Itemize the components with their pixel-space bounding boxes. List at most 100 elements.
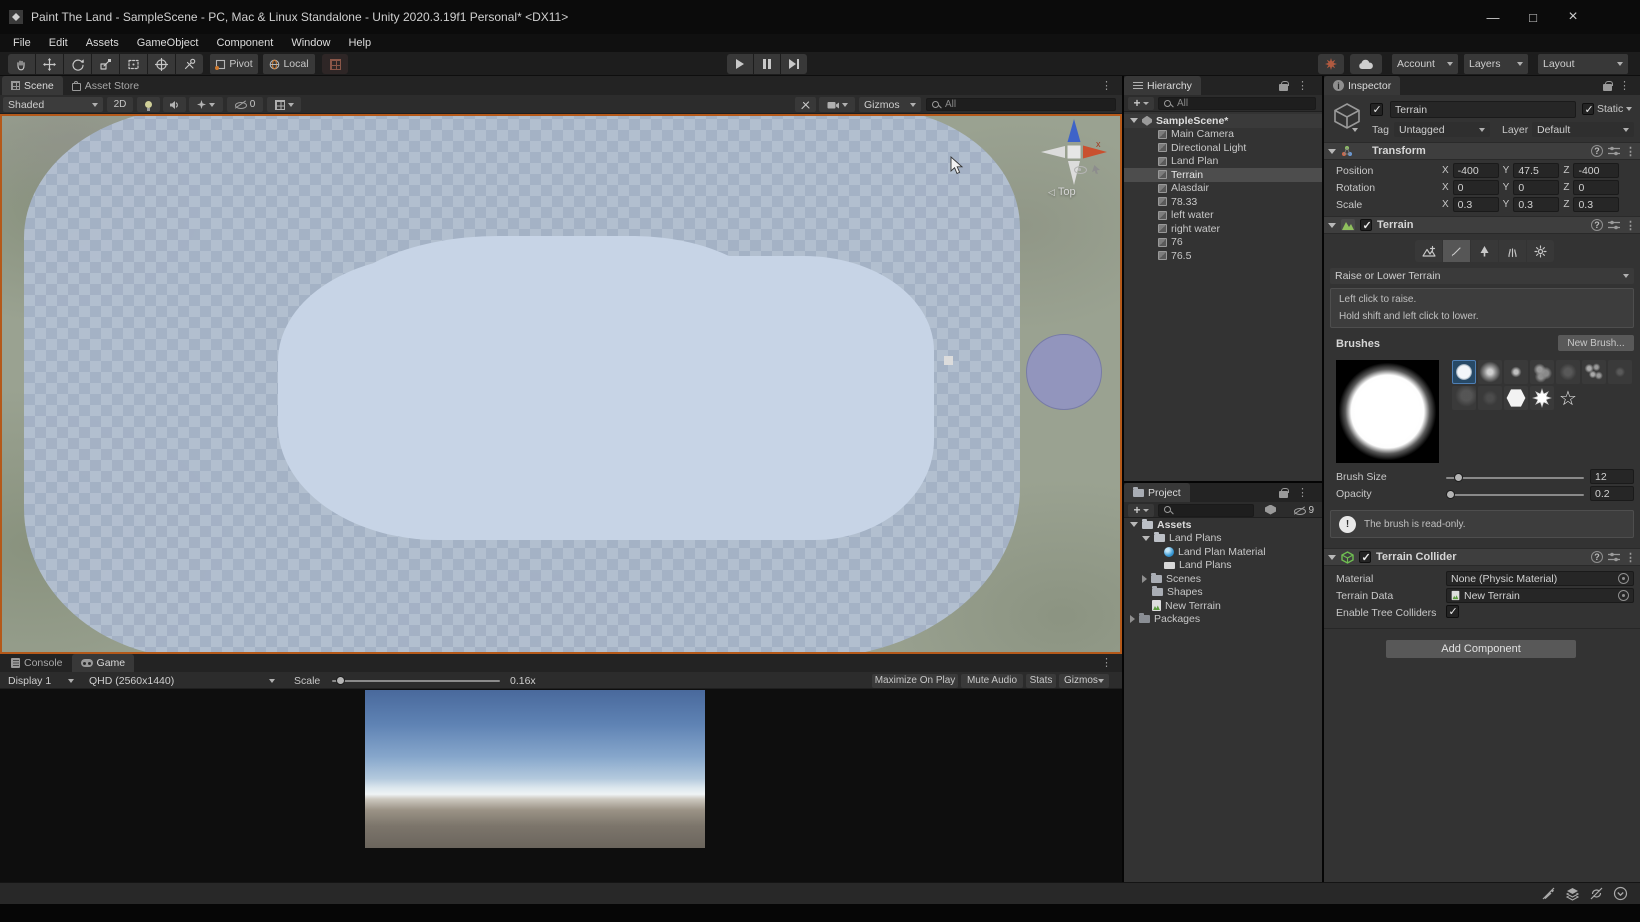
layers-status-icon[interactable] [1565, 886, 1580, 901]
brush-option[interactable] [1608, 360, 1632, 384]
play-button[interactable] [727, 54, 753, 74]
scale-x-field[interactable]: 0.3 [1453, 197, 1499, 212]
terrain-component-header[interactable]: Terrain [1324, 216, 1640, 234]
scale-z-field[interactable]: 0.3 [1573, 197, 1619, 212]
scene-camera-dropdown[interactable] [819, 97, 855, 112]
account-dropdown[interactable]: Account [1392, 54, 1458, 74]
terrain-settings-tool[interactable] [1527, 240, 1554, 262]
project-item[interactable]: Packages [1124, 613, 1322, 627]
project-search-input[interactable] [1158, 504, 1254, 517]
menu-edit[interactable]: Edit [40, 34, 77, 52]
rotation-x-field[interactable]: 0 [1453, 180, 1499, 195]
scene-viewport[interactable]: x ◁ Top [0, 114, 1122, 654]
scene-tools-button[interactable] [795, 97, 816, 112]
rect-tool-button[interactable] [120, 54, 147, 74]
tab-asset-store[interactable]: Asset Store [63, 76, 148, 95]
project-panel-menu[interactable] [1297, 486, 1308, 499]
terrain-collider-header[interactable]: Terrain Collider [1324, 548, 1640, 566]
hierarchy-panel-menu[interactable] [1297, 79, 1308, 92]
project-lock-icon[interactable] [1279, 491, 1288, 498]
hierarchy-item[interactable]: right water [1124, 222, 1322, 236]
sync-disabled-status-icon[interactable] [1589, 886, 1604, 901]
game-viewport[interactable] [0, 689, 1122, 882]
brush-option[interactable] [1582, 360, 1606, 384]
shading-mode-dropdown[interactable]: Shaded [3, 97, 103, 112]
new-brush-button[interactable]: New Brush... [1558, 335, 1634, 351]
static-checkbox[interactable] [1582, 103, 1594, 115]
hand-tool-button[interactable] [8, 54, 35, 74]
brush-option-hexagon[interactable] [1504, 386, 1528, 410]
presets-icon[interactable] [1608, 146, 1620, 156]
project-item[interactable]: Assets [1124, 518, 1322, 532]
scale-tool-button[interactable] [92, 54, 119, 74]
rotate-tool-button[interactable] [64, 54, 91, 74]
view-orientation-label[interactable]: ◁ Top [1048, 186, 1076, 198]
brush-size-slider[interactable] [1446, 477, 1584, 479]
brush-option-star[interactable]: ☆ [1556, 386, 1580, 410]
foldout-open-icon[interactable] [1328, 555, 1336, 560]
foldout-open-icon[interactable] [1142, 536, 1150, 541]
transform-tool-button[interactable] [148, 54, 175, 74]
opacity-field[interactable]: 0.2 [1590, 486, 1634, 501]
gizmos-dropdown[interactable]: Gizmos [859, 97, 921, 112]
layer-dropdown[interactable]: Default [1532, 122, 1634, 137]
resolution-dropdown[interactable]: QHD (2560x1440) [84, 674, 280, 688]
object-picker-icon[interactable] [1618, 573, 1629, 584]
foldout-closed-icon[interactable] [1142, 575, 1147, 583]
scene-search-input[interactable]: All [926, 98, 1116, 111]
display-dropdown[interactable]: Display 1 [3, 674, 79, 688]
component-menu-icon[interactable] [1625, 219, 1636, 232]
pause-button[interactable] [754, 54, 780, 74]
header-chevron-down-icon[interactable] [1352, 128, 1358, 132]
terrain-enabled-checkbox[interactable] [1360, 219, 1372, 231]
grid-visibility-dropdown[interactable] [267, 97, 301, 112]
terrain-mode-dropdown[interactable]: Raise or Lower Terrain [1330, 268, 1634, 284]
game-panel-menu[interactable] [1101, 656, 1112, 669]
help-icon[interactable] [1591, 551, 1603, 563]
foldout-open-icon[interactable] [1130, 522, 1138, 527]
audio-toggle[interactable] [163, 97, 186, 112]
brush-option[interactable] [1452, 386, 1476, 410]
hierarchy-item[interactable]: 76.5 [1124, 249, 1322, 263]
effects-dropdown[interactable] [189, 97, 223, 112]
hierarchy-item[interactable]: Directional Light [1124, 141, 1322, 155]
maximize-button[interactable]: □ [1513, 0, 1553, 34]
custom-tool-button[interactable] [176, 54, 203, 74]
project-item[interactable]: Shapes [1124, 586, 1322, 600]
stats-toggle[interactable]: Stats [1026, 674, 1056, 688]
lighting-toggle[interactable] [137, 97, 160, 112]
opacity-slider-thumb[interactable] [1446, 490, 1455, 499]
brush-option[interactable] [1478, 386, 1502, 410]
game-gizmos-dropdown[interactable]: Gizmos [1059, 674, 1109, 688]
hierarchy-item[interactable]: 76 [1124, 236, 1322, 250]
cloud-button[interactable] [1350, 54, 1382, 74]
menu-component[interactable]: Component [207, 34, 282, 52]
step-button[interactable] [781, 54, 807, 74]
rotation-y-field[interactable]: 0 [1513, 180, 1559, 195]
inspector-lock-icon[interactable] [1603, 84, 1612, 91]
open-asset-icon[interactable] [1265, 505, 1276, 515]
visibility-eye-icon[interactable] [1074, 164, 1087, 174]
hierarchy-item[interactable]: Alasdair [1124, 182, 1322, 196]
presets-icon[interactable] [1608, 552, 1620, 562]
menu-window[interactable]: Window [282, 34, 339, 52]
brush-option[interactable] [1504, 360, 1528, 384]
tab-console[interactable]: Console [2, 654, 72, 672]
terrain-data-object-field[interactable]: New Terrain [1446, 588, 1634, 603]
pivot-toggle-button[interactable]: Pivot [210, 54, 258, 74]
scene-visibility-toggle[interactable]: 0 [227, 97, 263, 112]
hierarchy-search-input[interactable]: All [1158, 97, 1316, 110]
foldout-closed-icon[interactable] [1130, 615, 1135, 623]
tab-project[interactable]: Project [1124, 483, 1190, 502]
scene-panel-menu[interactable] [1101, 79, 1112, 92]
game-scale-slider[interactable] [332, 680, 500, 682]
project-item[interactable]: Land Plan Material [1124, 545, 1322, 559]
brush-size-field[interactable]: 12 [1590, 469, 1634, 484]
menu-gameobject[interactable]: GameObject [128, 34, 208, 52]
minimize-button[interactable]: — [1473, 0, 1513, 34]
local-toggle-button[interactable]: Local [263, 54, 315, 74]
project-item[interactable]: New Terrain [1124, 599, 1322, 613]
paint-details-tool[interactable] [1499, 240, 1526, 262]
brush-option-selected[interactable] [1452, 360, 1476, 384]
transform-component-header[interactable]: Transform [1324, 142, 1640, 160]
